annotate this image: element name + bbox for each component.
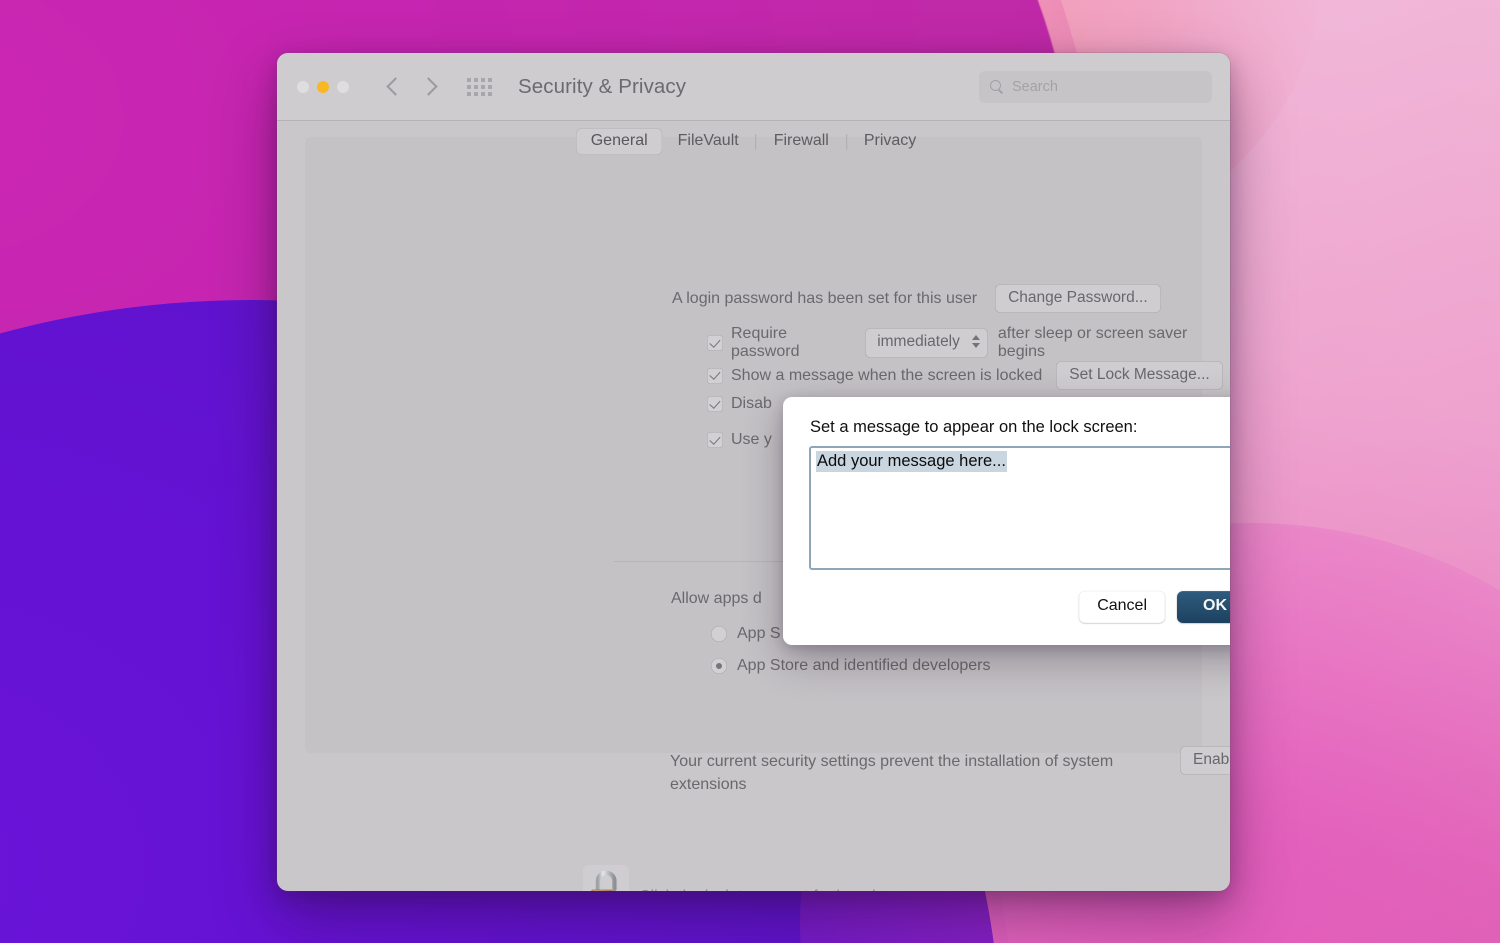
tab-general[interactable]: General	[575, 128, 663, 155]
grid-dot	[467, 84, 471, 89]
padlock-svg	[591, 870, 617, 891]
radio-row-app-store[interactable]: App S	[711, 625, 781, 643]
app-store-identified-radio[interactable]	[711, 658, 727, 674]
tab-privacy[interactable]: Privacy	[849, 128, 931, 155]
chevron-left-icon[interactable]	[386, 77, 405, 96]
grid-icon[interactable]	[467, 77, 492, 96]
require-password-delay-value: immediately	[877, 333, 960, 351]
require-password-label: Require password	[731, 325, 800, 360]
change-password-button[interactable]: Change Password...	[995, 284, 1161, 314]
ok-button[interactable]: OK	[1177, 591, 1230, 623]
grid-dot	[481, 84, 485, 89]
app-store-radio[interactable]	[711, 626, 727, 642]
security-privacy-window: Security & Privacy Search General FileVa…	[277, 53, 1230, 891]
page-title: Security & Privacy	[518, 74, 687, 98]
search-placeholder: Search	[1012, 79, 1058, 95]
tab-firewall[interactable]: Firewall	[759, 128, 844, 155]
lock-message-value: Add your message here...	[816, 451, 1007, 472]
apple-watch-unlock-label: Use y	[731, 431, 772, 448]
lock-message-dialog: Set a message to appear on the lock scre…	[783, 397, 1230, 645]
grid-dot	[481, 91, 485, 96]
grid-dot	[488, 91, 492, 96]
show-lock-message-checkbox[interactable]	[707, 367, 723, 384]
show-lock-message-row: Show a message when the screen is locked…	[707, 361, 1223, 391]
allow-apps-label-row: Allow apps d	[671, 590, 762, 608]
grid-dot	[467, 77, 471, 82]
tab-separator	[845, 133, 847, 150]
grid-dot	[488, 84, 492, 89]
enable-system-extensions-button[interactable]: Enable system extensions...	[1180, 746, 1230, 776]
login-password-text: A login password has been set for this u…	[672, 289, 978, 307]
grid-dot	[488, 77, 492, 82]
tab-separator	[755, 133, 757, 150]
grid-dot	[474, 84, 478, 89]
desktop-wallpaper: Security & Privacy Search General FileVa…	[0, 0, 1500, 943]
grid-dot	[467, 91, 471, 96]
disable-automatic-login-checkbox[interactable]	[707, 396, 723, 412]
apple-watch-unlock-checkbox[interactable]	[707, 432, 723, 448]
login-password-row: A login password has been set for this u…	[672, 284, 1161, 314]
zoom-button[interactable]	[337, 80, 349, 93]
window-toolbar: Security & Privacy Search	[277, 53, 1230, 121]
grid-dot	[481, 77, 485, 82]
require-password-row: Require password immediately after sleep…	[707, 325, 1230, 361]
lock-message-textarea[interactable]: Add your message here...	[809, 446, 1230, 570]
app-store-radio-label: App S	[737, 625, 781, 642]
dialog-prompt-label: Set a message to appear on the lock scre…	[810, 418, 1138, 436]
require-password-suffix: after sleep or screen saver begins	[997, 325, 1188, 360]
disable-automatic-login-label: Disab	[731, 395, 772, 412]
radio-row-app-store-identified[interactable]: App Store and identified developers	[711, 657, 991, 675]
set-lock-message-button[interactable]: Set Lock Message...	[1056, 361, 1223, 391]
tab-bar: General FileVault Firewall Privacy	[575, 127, 932, 156]
tab-filevault[interactable]: FileVault	[663, 128, 754, 155]
apple-watch-unlock-row: Use y	[707, 431, 772, 449]
dialog-buttons: Cancel OK	[1079, 591, 1230, 623]
search-field[interactable]: Search	[979, 71, 1212, 103]
app-store-identified-radio-label: App Store and identified developers	[737, 657, 991, 674]
chevron-right-icon[interactable]	[419, 77, 438, 96]
chevron-up-down-icon	[971, 335, 980, 349]
minimize-button[interactable]	[317, 80, 329, 93]
navigation-arrows	[386, 77, 438, 96]
cancel-button[interactable]: Cancel	[1079, 591, 1165, 623]
window-footer	[277, 777, 1230, 891]
require-password-delay-popup[interactable]: immediately	[865, 328, 988, 358]
grid-dot	[474, 77, 478, 82]
search-icon	[989, 79, 1005, 95]
grid-dot	[474, 91, 478, 96]
close-button[interactable]	[297, 80, 309, 93]
allow-apps-label: Allow apps d	[671, 590, 762, 607]
disable-automatic-login-row: Disab	[707, 395, 772, 413]
lock-hint-text: Click the lock to prevent further change…	[639, 888, 929, 891]
require-password-checkbox[interactable]	[707, 335, 723, 351]
traffic-lights	[297, 80, 349, 93]
show-lock-message-label: Show a message when the screen is locked	[731, 366, 1043, 384]
unlocked-padlock-icon[interactable]	[583, 865, 629, 891]
